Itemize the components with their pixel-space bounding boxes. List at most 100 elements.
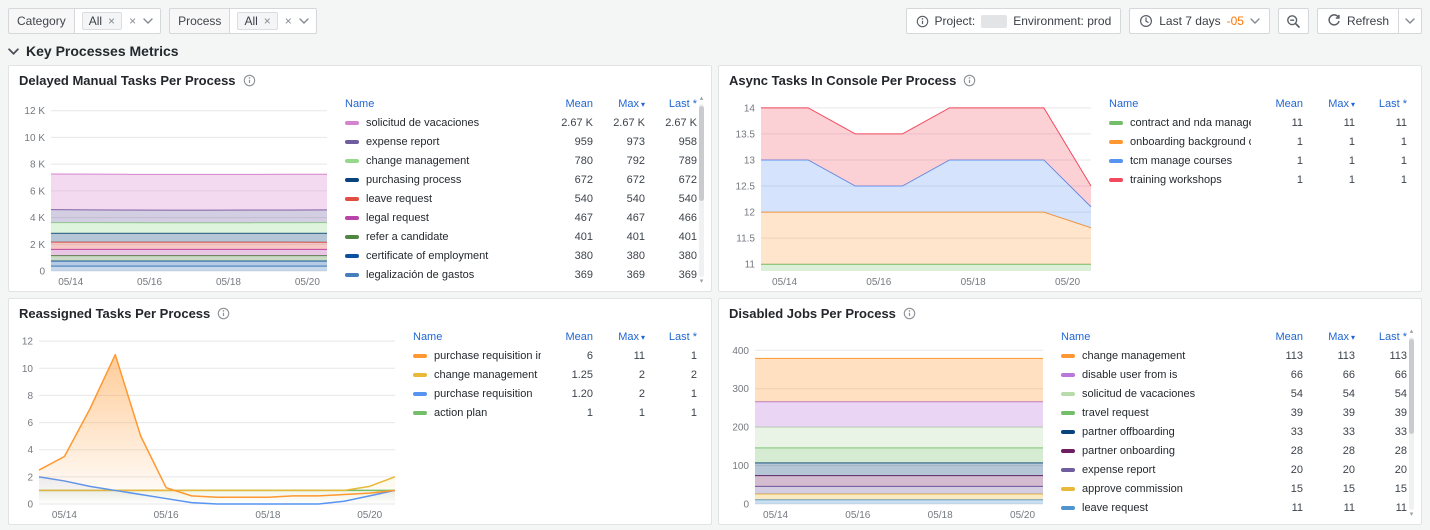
legend-col-name[interactable]: Name (413, 331, 541, 343)
legend-scrollbar[interactable]: ▴ ▾ (1407, 328, 1416, 519)
series-max: 2 (638, 387, 645, 400)
legend-row[interactable]: purchase requisition invoices6111 (413, 346, 697, 365)
clear-filter-icon[interactable]: × (285, 15, 292, 27)
legend-row[interactable]: travel request 39 39 39 (1061, 403, 1407, 422)
legend-col-last[interactable]: Last * (1355, 98, 1407, 110)
series-swatch (345, 158, 359, 163)
time-range-picker[interactable]: Last 7 days -05 (1129, 8, 1270, 34)
info-icon[interactable] (217, 307, 230, 320)
time-series-chart[interactable]: 11 11.5 12 12.5 13 13.5 14 05/14 05/16 05/18 05/20 (725, 92, 1099, 289)
chevron-down-icon[interactable] (143, 18, 153, 24)
scrollbar-thumb[interactable] (699, 106, 704, 202)
info-icon[interactable] (963, 74, 976, 87)
legend-row[interactable]: tcm manage courses 1 1 1 (1109, 151, 1407, 170)
time-series-chart[interactable]: 0 2 K 4 K 6 K 8 K 10 K 12 K 05/14 05/16 05/18 05/2… (15, 92, 335, 289)
chart-plot-area[interactable]: 11 11.5 12 12.5 13 13.5 14 05/14 05/16 05/18 05/20 (725, 92, 1099, 289)
legend-row[interactable]: contract and nda management 11 11 11 (1109, 113, 1407, 132)
legend-row[interactable]: disable user from is 66 66 66 (1061, 365, 1407, 384)
scrollbar-track[interactable] (1409, 337, 1414, 510)
legend-row[interactable]: change management 1.25 2 2 (413, 365, 697, 384)
legend-row[interactable]: refer a candidate 401 401 401 (345, 227, 697, 246)
legend-row[interactable]: purchasing process 672 672 672 (345, 170, 697, 189)
legend-col-mean[interactable]: Mean (541, 331, 593, 343)
panel-title[interactable]: Async Tasks In Console Per Process (729, 73, 956, 88)
series-name-cell: onboarding background checks (1109, 136, 1251, 148)
svg-text:05/14: 05/14 (763, 510, 788, 521)
legend-scrollbar[interactable]: ▴ ▾ (697, 95, 706, 286)
scroll-up-icon[interactable]: ▴ (700, 95, 704, 103)
series-swatch (345, 272, 359, 277)
legend-row[interactable]: legal request 467 467 466 (345, 208, 697, 227)
info-icon[interactable] (243, 74, 256, 87)
legend-col-mean[interactable]: Mean (1251, 98, 1303, 110)
info-icon[interactable] (903, 307, 916, 320)
legend-row[interactable]: expense report 20 20 20 (1061, 460, 1407, 479)
filter-process-value-pill[interactable]: All × (237, 12, 278, 30)
legend-row[interactable]: expense report 959 973 958 (345, 132, 697, 151)
series-mean: 1.25 (571, 368, 593, 381)
filter-process-label: Process (169, 8, 230, 34)
panel-title[interactable]: Delayed Manual Tasks Per Process (19, 73, 236, 88)
legend-col-max[interactable]: Max ▾ (1303, 331, 1355, 343)
panel-title[interactable]: Disabled Jobs Per Process (729, 306, 896, 321)
refresh-button[interactable]: Refresh (1316, 8, 1399, 34)
legend-col-max[interactable]: Max ▾ (1303, 98, 1355, 110)
legend-col-last[interactable]: Last * (1355, 331, 1407, 343)
scrollbar-thumb[interactable] (1409, 339, 1414, 435)
legend-row[interactable]: change management 113 113 113 (1061, 346, 1407, 365)
remove-value-icon[interactable]: × (108, 15, 115, 27)
legend-col-max[interactable]: Max ▾ (593, 98, 645, 110)
legend-row[interactable]: legalización de gastos 369 369 369 (345, 265, 697, 284)
legend-col-name[interactable]: Name (345, 98, 541, 110)
legend-row[interactable]: change management 780 792 789 (345, 151, 697, 170)
section-row-toggle[interactable]: Key Processes Metrics (0, 34, 1430, 65)
scroll-down-icon[interactable]: ▾ (700, 278, 704, 286)
svg-text:05/14: 05/14 (772, 277, 797, 288)
svg-text:2: 2 (27, 472, 33, 483)
filter-process-value-box[interactable]: All × × (229, 8, 317, 34)
legend-row[interactable]: action plan 1 1 1 (413, 403, 697, 422)
series-last: 958 (678, 135, 697, 148)
legend-row[interactable]: certificate of employment 380 380 380 (345, 246, 697, 265)
series-swatch (1061, 372, 1075, 377)
legend-row[interactable]: approve commission 15 15 15 (1061, 479, 1407, 498)
panel-title[interactable]: Reassigned Tasks Per Process (19, 306, 210, 321)
filter-category-value-pill[interactable]: All × (81, 12, 123, 30)
legend-row[interactable]: purchase requisition 1.20 2 1 (413, 384, 697, 403)
legend-row[interactable]: leave request 11 11 11 (1061, 498, 1407, 517)
time-series-chart[interactable]: 0 100 200 300 400 05/14 05/16 05/18 05/20 (725, 325, 1051, 522)
series-name-cell: partner onboarding (1061, 445, 1251, 457)
series-last: 1 (1400, 135, 1407, 148)
legend-row[interactable]: onboarding background checks 1 1 1 (1109, 132, 1407, 151)
scrollbar-track[interactable] (699, 104, 704, 277)
clear-filter-icon[interactable]: × (129, 15, 136, 27)
legend-col-mean[interactable]: Mean (1251, 331, 1303, 343)
scroll-down-icon[interactable]: ▾ (1410, 511, 1414, 519)
legend-row[interactable]: leave request 540 540 540 (345, 189, 697, 208)
refresh-interval-dropdown[interactable] (1399, 8, 1422, 34)
series-name-cell: purchase requisition (413, 388, 541, 400)
legend-row[interactable]: partner offboarding 33 33 33 (1061, 422, 1407, 441)
chart-plot-area[interactable]: 0 100 200 300 400 05/14 05/16 05/18 05/20 (725, 325, 1051, 522)
scroll-up-icon[interactable]: ▴ (1410, 328, 1414, 336)
legend-col-last[interactable]: Last * (645, 98, 697, 110)
remove-value-icon[interactable]: × (264, 15, 271, 27)
chart-plot-area[interactable]: 0 2 K 4 K 6 K 8 K 10 K 12 K 05/14 05/16 05/18 05/2… (15, 92, 335, 289)
legend-col-name[interactable]: Name (1109, 98, 1251, 110)
zoom-out-button[interactable] (1277, 8, 1309, 34)
legend-row[interactable]: training workshops 1 1 1 (1109, 170, 1407, 189)
chevron-down-icon[interactable] (299, 18, 309, 24)
legend-row[interactable]: solicitud de vacaciones 2.67 K 2.67 K 2.67 … (345, 113, 697, 132)
time-series-chart[interactable]: 0 2 4 6 8 10 12 05/14 05/16 05/18 05/20 (15, 325, 403, 522)
series-swatch (1061, 486, 1075, 491)
filter-category-value-box[interactable]: All × × (73, 8, 162, 34)
series-swatch (345, 196, 359, 201)
legend-col-max[interactable]: Max ▾ (593, 331, 645, 343)
legend-row[interactable]: partner onboarding 28 28 28 (1061, 441, 1407, 460)
legend-row[interactable]: solicitud de vacaciones 54 54 54 (1061, 384, 1407, 403)
legend-col-name[interactable]: Name (1061, 331, 1251, 343)
legend-col-mean[interactable]: Mean (541, 98, 593, 110)
chart-plot-area[interactable]: 0 2 4 6 8 10 12 05/14 05/16 05/18 05/20 (15, 325, 403, 522)
legend-col-last[interactable]: Last * (645, 331, 697, 343)
series-name: travel request (1082, 406, 1149, 419)
